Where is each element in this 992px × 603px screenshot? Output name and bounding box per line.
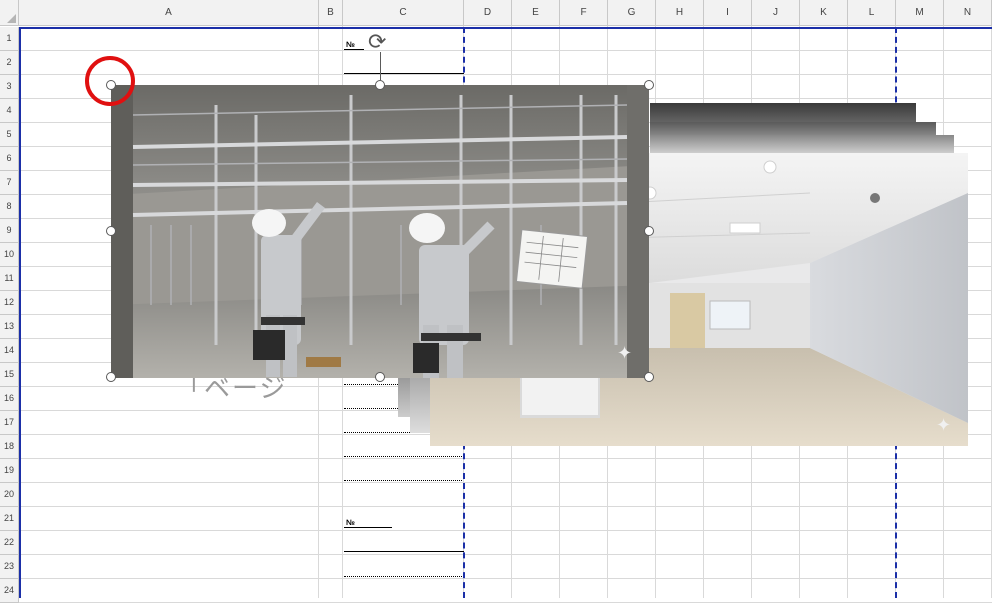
row-header[interactable]: 19 bbox=[0, 459, 19, 483]
rotate-icon[interactable]: ⟳ bbox=[368, 31, 386, 53]
gridline-horizontal bbox=[19, 482, 992, 483]
number-underline-bottom bbox=[344, 527, 392, 528]
column-header[interactable]: D bbox=[464, 0, 512, 26]
dotted-line bbox=[344, 456, 462, 457]
page-break-top bbox=[19, 27, 992, 29]
resize-handle-bottom-right[interactable] bbox=[644, 372, 654, 382]
spreadsheet[interactable]: ABCDEFGHIJKLMN 1 2 3 4 5 6 7 8 9 10 11 12 13 14 15 16 17… bbox=[0, 0, 992, 603]
column-header[interactable]: F bbox=[560, 0, 608, 26]
row-header[interactable]: 20 bbox=[0, 483, 19, 507]
column-header[interactable]: J bbox=[752, 0, 800, 26]
number-label-top: № bbox=[346, 40, 355, 49]
select-all-corner[interactable] bbox=[0, 0, 19, 26]
resize-handle-bottom[interactable] bbox=[375, 372, 385, 382]
row-header[interactable]: 7 bbox=[0, 171, 19, 195]
resize-handle-bottom-left[interactable] bbox=[106, 372, 116, 382]
column-header[interactable]: G bbox=[608, 0, 656, 26]
column-header[interactable]: B bbox=[319, 0, 343, 26]
rotation-line bbox=[380, 52, 381, 80]
gridline-horizontal bbox=[19, 506, 992, 507]
row-header[interactable]: 11 bbox=[0, 267, 19, 291]
gridline-horizontal bbox=[19, 554, 992, 555]
form-underline bbox=[344, 73, 464, 74]
resize-handle-left[interactable] bbox=[106, 226, 116, 236]
row-header[interactable]: 16 bbox=[0, 387, 19, 411]
number-label-bottom: № bbox=[346, 518, 355, 527]
row-header[interactable]: 1 bbox=[0, 27, 19, 51]
gridline-horizontal bbox=[19, 74, 992, 75]
sparkle-icon: ✦ bbox=[617, 343, 633, 363]
column-header[interactable]: I bbox=[704, 0, 752, 26]
row-header[interactable]: 2 bbox=[0, 51, 19, 75]
form-underline bbox=[344, 551, 464, 552]
highlight-circle bbox=[85, 56, 135, 106]
row-header[interactable]: 13 bbox=[0, 315, 19, 339]
column-header[interactable]: K bbox=[800, 0, 848, 26]
column-header[interactable]: M bbox=[896, 0, 944, 26]
row-header[interactable]: 21 bbox=[0, 507, 19, 531]
row-header[interactable]: 5 bbox=[0, 123, 19, 147]
resize-handle-right[interactable] bbox=[644, 226, 654, 236]
row-header[interactable]: 14 bbox=[0, 339, 19, 363]
gridline-horizontal bbox=[19, 578, 992, 579]
sparkle-icon: ✦ bbox=[936, 415, 952, 435]
column-header[interactable]: E bbox=[512, 0, 560, 26]
row-header[interactable]: 8 bbox=[0, 195, 19, 219]
dotted-line bbox=[344, 576, 462, 577]
row-header[interactable]: 15 bbox=[0, 363, 19, 387]
column-header[interactable]: H bbox=[656, 0, 704, 26]
number-underline-top bbox=[344, 49, 364, 50]
row-header[interactable]: 4 bbox=[0, 99, 19, 123]
row-header[interactable]: 17 bbox=[0, 411, 19, 435]
dotted-line bbox=[344, 480, 462, 481]
row-header[interactable]: 22 bbox=[0, 531, 19, 555]
column-header[interactable]: A bbox=[19, 0, 319, 26]
resize-handle-top-right[interactable] bbox=[644, 80, 654, 90]
resize-handle-top[interactable] bbox=[375, 80, 385, 90]
column-header[interactable]: L bbox=[848, 0, 896, 26]
gridline-horizontal bbox=[19, 458, 992, 459]
gridline-horizontal bbox=[19, 50, 992, 51]
construction-image bbox=[111, 85, 649, 378]
row-header[interactable]: 9 bbox=[0, 219, 19, 243]
column-header[interactable]: N bbox=[944, 0, 992, 26]
row-header[interactable]: 12 bbox=[0, 291, 19, 315]
construction-photo[interactable]: ✦ bbox=[111, 85, 649, 378]
row-header[interactable]: 23 bbox=[0, 555, 19, 579]
row-header[interactable]: 3 bbox=[0, 75, 19, 99]
row-header[interactable]: 6 bbox=[0, 147, 19, 171]
column-header[interactable]: C bbox=[343, 0, 464, 26]
row-header[interactable]: 10 bbox=[0, 243, 19, 267]
row-header[interactable]: 18 bbox=[0, 435, 19, 459]
gridline-horizontal bbox=[19, 530, 992, 531]
row-header[interactable]: 24 bbox=[0, 579, 19, 603]
page-break-left bbox=[19, 27, 21, 598]
